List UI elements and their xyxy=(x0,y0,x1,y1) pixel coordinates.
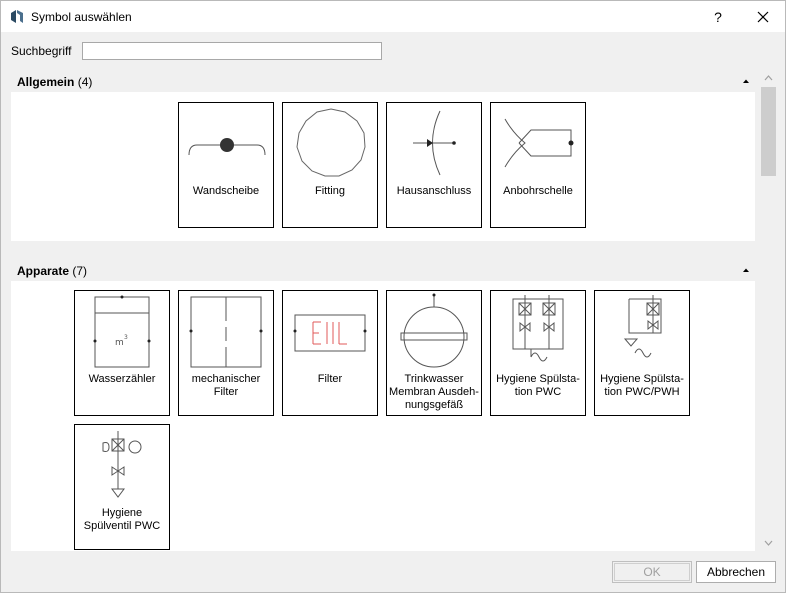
symbol-label: Trinkwasser Mem­bran Ausdeh­nungsgefäß xyxy=(389,373,479,411)
filter-symbol-icon xyxy=(293,314,367,352)
symbol-label: Hygiene Spülsta­tion PWC xyxy=(496,373,580,398)
group-name: Allgemein xyxy=(17,75,75,89)
symbol-label: Fitting xyxy=(315,185,345,197)
tapping-clamp-symbol-icon xyxy=(504,118,574,168)
wall-disc-symbol-icon xyxy=(188,138,266,156)
group-header-apparate[interactable]: Apparate (7) xyxy=(11,259,755,281)
collapse-icon[interactable] xyxy=(739,263,753,277)
dialog-footer: OK Abbrechen xyxy=(1,552,785,592)
symbol-dialog: Symbol auswählen ? Suchbegriff Allgemein… xyxy=(0,0,786,593)
group-body-apparate: m 3 Wasserzähler mechanischer Filter Fil… xyxy=(11,281,755,551)
symbol-label: Hygiene Spülsta­tion PWC/PWH xyxy=(600,373,684,398)
app-logo-icon xyxy=(11,10,23,23)
scroll-up-icon[interactable] xyxy=(760,70,777,86)
svg-text:3: 3 xyxy=(124,334,128,341)
collapse-icon[interactable] xyxy=(739,74,753,88)
group-header-allgemein[interactable]: Allgemein (4) xyxy=(11,70,755,92)
symbol-label: Filter xyxy=(317,373,343,385)
mechanical-filter-symbol-icon xyxy=(189,296,263,368)
search-label: Suchbegriff xyxy=(11,44,72,58)
close-icon[interactable] xyxy=(748,5,778,29)
help-button[interactable]: ? xyxy=(704,5,732,29)
group-count: (7) xyxy=(72,264,88,278)
expansion-vessel-symbol-icon xyxy=(400,293,468,368)
symbol-tile[interactable]: Trinkwasser Mem­bran Ausdeh­nungsgefäß xyxy=(386,290,482,416)
title-bar: Symbol auswählen ? xyxy=(1,1,785,32)
hygiene-flush-valve-pwc-symbol-icon xyxy=(102,431,142,498)
symbol-label: Anbohrschelle xyxy=(503,185,573,197)
symbol-label: Wasserzähler xyxy=(88,373,156,385)
symbol-tile[interactable]: Hygiene Spülsta­tion PWC/PWH xyxy=(594,290,690,416)
hygiene-flush-station-pwc-pwh-symbol-icon xyxy=(623,295,662,358)
symbol-tile[interactable]: Hausanschluss xyxy=(386,102,482,228)
symbol-tile[interactable]: Filter xyxy=(282,290,378,416)
window-title: Symbol auswählen xyxy=(31,10,132,24)
symbol-tile[interactable]: Anbohrschelle xyxy=(490,102,586,228)
scroll-thumb[interactable] xyxy=(761,87,776,176)
symbol-tile[interactable]: m 3 Wasserzähler xyxy=(74,290,170,416)
svg-text:m: m xyxy=(115,338,124,348)
symbol-label: Hausanschluss xyxy=(396,185,472,197)
symbol-tile[interactable]: Hygiene Spülventil PWC xyxy=(74,424,170,550)
fitting-symbol-icon xyxy=(296,108,366,177)
group-body-allgemein: Wandscheibe Fitting Hausanschluss Anbohr… xyxy=(11,92,755,241)
group-title: Apparate (7) xyxy=(17,264,87,278)
search-row: Suchbegriff xyxy=(1,32,785,68)
symbol-label: Wandscheibe xyxy=(192,185,260,197)
house-connection-symbol-icon xyxy=(413,110,456,176)
group-title: Allgemein (4) xyxy=(17,75,92,89)
scroll-down-icon[interactable] xyxy=(760,535,777,551)
cancel-button[interactable]: Abbrechen xyxy=(696,561,776,583)
symbol-tile[interactable]: Wandscheibe xyxy=(178,102,274,228)
hygiene-flush-station-pwc-symbol-icon xyxy=(512,295,564,362)
symbol-list: Allgemein (4) Wandscheibe Fitting Hausan… xyxy=(11,70,755,551)
group-name: Apparate xyxy=(17,264,70,278)
vertical-scrollbar[interactable] xyxy=(760,70,777,551)
symbol-tile[interactable]: Hygiene Spülsta­tion PWC xyxy=(490,290,586,416)
symbol-tile[interactable]: mechanischer Filter xyxy=(178,290,274,416)
ok-button-focus-ring xyxy=(614,563,690,581)
search-input[interactable] xyxy=(82,42,382,60)
group-count: (4) xyxy=(77,75,93,89)
water-meter-symbol-icon: m 3 xyxy=(93,295,151,368)
ok-button[interactable]: OK xyxy=(612,561,692,583)
symbol-label: mechanischer Filter xyxy=(191,373,261,398)
symbol-tile[interactable]: Fitting xyxy=(282,102,378,228)
symbol-label: Hygiene Spülventil PWC xyxy=(83,507,161,532)
